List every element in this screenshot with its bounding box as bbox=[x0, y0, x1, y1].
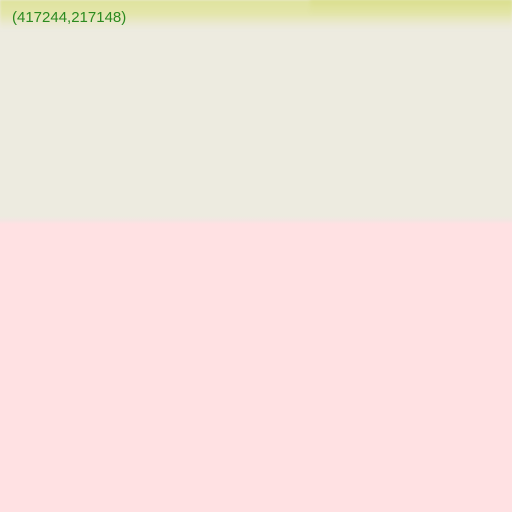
map-tile[interactable]: (417244,217148) bbox=[0, 0, 512, 512]
tile-coordinate-label: (417244,217148) bbox=[12, 9, 127, 26]
land-area-boundary bbox=[0, 216, 512, 224]
land-area bbox=[0, 0, 512, 221]
road-strip-highlight bbox=[310, 0, 512, 14]
